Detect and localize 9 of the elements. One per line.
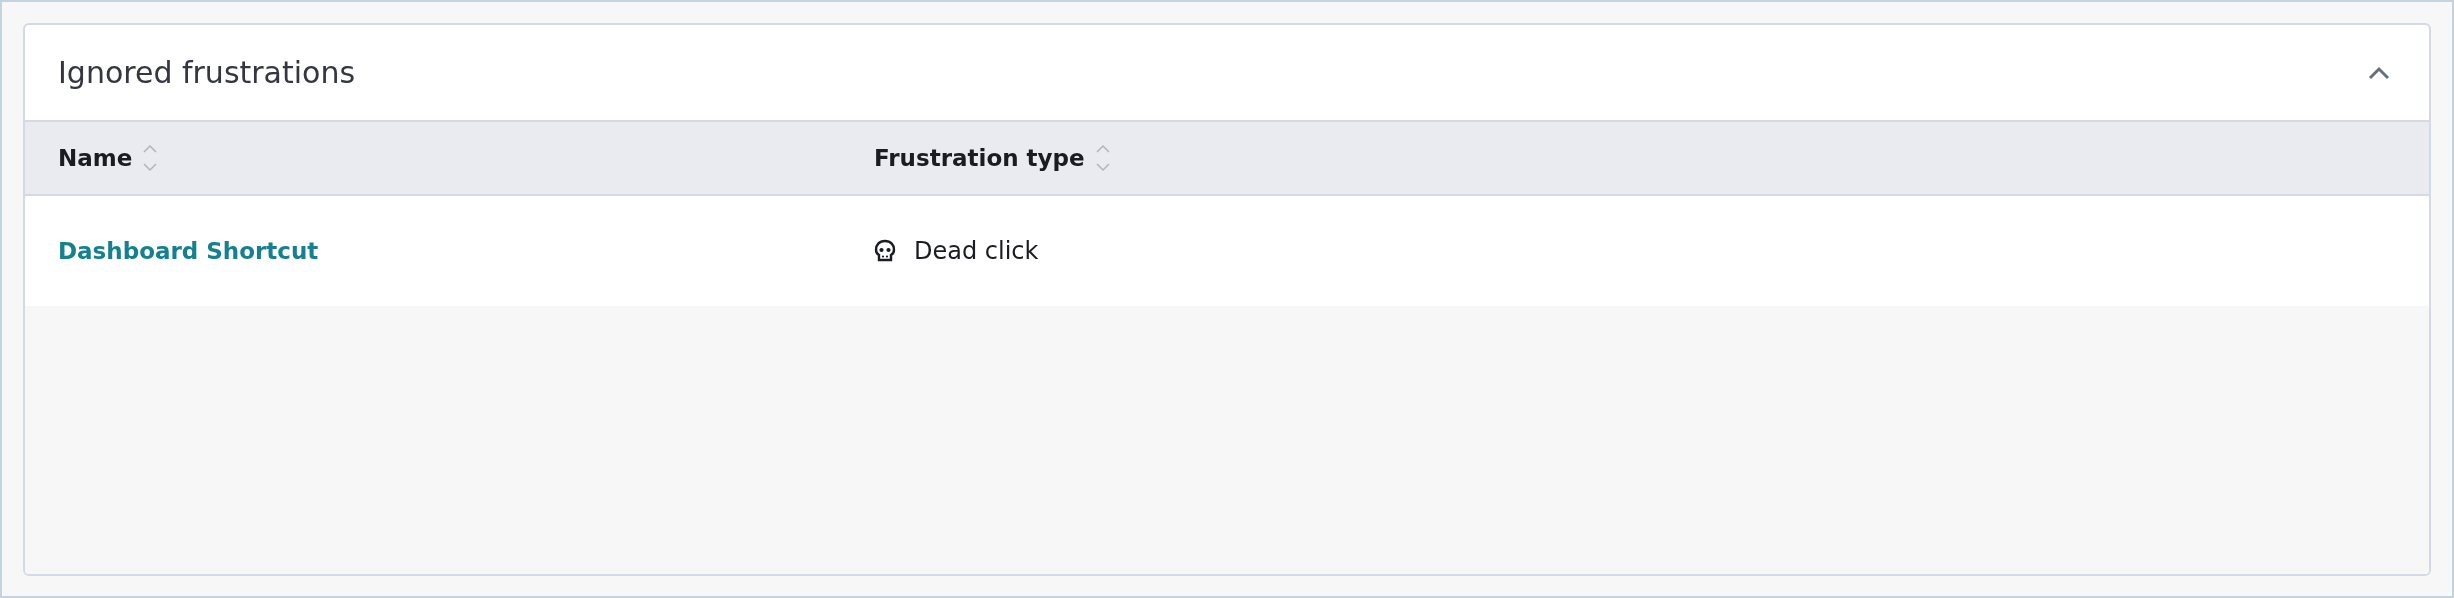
sort-icon[interactable] (142, 143, 159, 173)
name-link[interactable]: Dashboard Shortcut (58, 238, 319, 264)
panel-title: Ignored frustrations (58, 55, 356, 90)
frustration-type: Dead click (914, 237, 1039, 265)
column-header[interactable]: Frustration type (874, 145, 1085, 171)
skull-icon (874, 239, 896, 263)
column-header[interactable]: Name (58, 145, 133, 171)
chevron-icon (2367, 64, 2391, 81)
sort-icon[interactable] (1094, 143, 1111, 173)
